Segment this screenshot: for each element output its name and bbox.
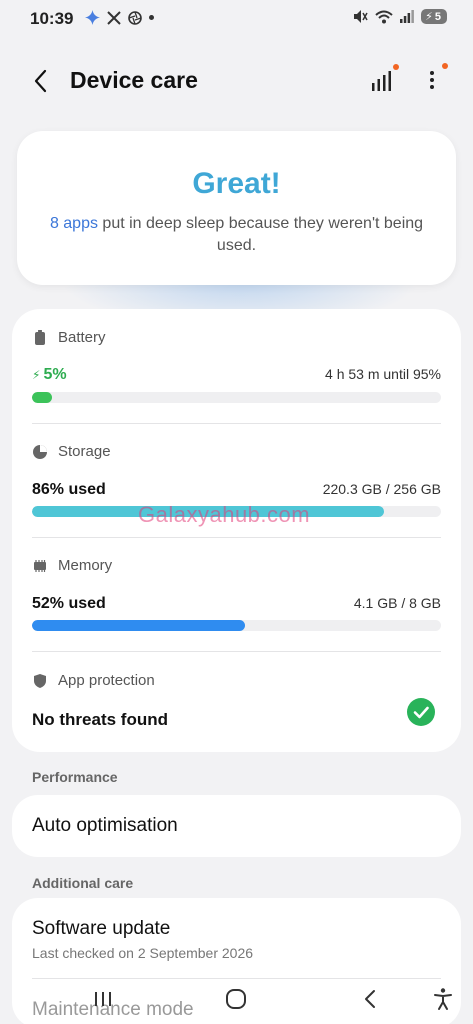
app-protection-label: App protection bbox=[58, 672, 155, 689]
diagnostics-button[interactable] bbox=[368, 64, 399, 95]
chip-icon bbox=[34, 559, 46, 572]
battery-section[interactable]: Battery ⚡ 5% 4 h 53 m until 95% bbox=[32, 329, 441, 405]
check-circle-icon bbox=[407, 698, 435, 726]
divider bbox=[32, 537, 441, 538]
badge-dot bbox=[393, 64, 399, 70]
battery-progress-fill bbox=[32, 392, 53, 403]
auto-optimisation-label: Auto optimisation bbox=[32, 815, 178, 836]
status-bar: 10:39 ⚡ 5 bbox=[0, 0, 473, 38]
notification-dot-icon bbox=[149, 15, 154, 20]
charging-icon: ⚡ bbox=[425, 11, 433, 23]
mute-icon bbox=[354, 10, 368, 23]
home-button[interactable] bbox=[221, 986, 251, 1012]
wifi-icon bbox=[375, 10, 393, 23]
performance-header: Performance bbox=[32, 769, 118, 785]
x-logo-icon bbox=[107, 10, 121, 25]
memory-value: 52% used bbox=[32, 595, 106, 612]
back-nav-icon bbox=[365, 990, 375, 1008]
status-headline: Great! bbox=[192, 167, 281, 200]
page-title: Device care bbox=[70, 67, 198, 93]
status-time: 10:39 bbox=[30, 9, 74, 28]
additional-care-header: Additional care bbox=[32, 875, 134, 891]
divider bbox=[32, 651, 441, 652]
gemini-icon bbox=[85, 10, 100, 25]
accessibility-button[interactable] bbox=[428, 986, 458, 1012]
home-icon bbox=[226, 989, 246, 1009]
memory-detail: 4.1 GB / 8 GB bbox=[353, 595, 441, 611]
divider bbox=[32, 423, 441, 424]
software-update-label: Software update bbox=[32, 918, 171, 939]
navigation-bar bbox=[0, 972, 473, 1024]
status-message-text: put in deep sleep because they weren't b… bbox=[97, 215, 424, 254]
badge-dot bbox=[442, 63, 448, 69]
memory-label: Memory bbox=[58, 557, 113, 574]
storage-value: 86% used bbox=[32, 481, 106, 498]
device-stats-card: Battery ⚡ 5% 4 h 53 m until 95% Storage … bbox=[12, 309, 461, 752]
recents-button[interactable] bbox=[88, 986, 118, 1012]
memory-progress-fill bbox=[32, 620, 245, 631]
status-message: 8 apps put in deep sleep because they we… bbox=[41, 213, 432, 257]
pie-chart-icon bbox=[33, 444, 47, 459]
deep-sleep-apps-link[interactable]: 8 apps bbox=[50, 215, 98, 232]
more-options-button[interactable] bbox=[420, 63, 448, 95]
battery-time-remaining: 4 h 53 m until 95% bbox=[325, 366, 441, 382]
watermark: Galaxyahub.com bbox=[138, 502, 311, 527]
app-protection-section[interactable]: App protection No threats found bbox=[32, 672, 441, 736]
battery-label: Battery bbox=[58, 329, 106, 346]
app-protection-status: No threats found bbox=[32, 710, 168, 729]
cell-signal-icon bbox=[400, 10, 415, 23]
battery-progress-bar bbox=[32, 392, 441, 403]
battery-indicator: ⚡ 5 bbox=[421, 9, 447, 24]
arrow-left-icon bbox=[34, 69, 47, 93]
charging-icon: ⚡ bbox=[32, 368, 41, 382]
app-bar: Device care bbox=[0, 55, 473, 107]
software-update-item[interactable]: Software update Last checked on 2 Septem… bbox=[12, 898, 461, 976]
battery-value: ⚡ 5% bbox=[32, 366, 67, 383]
memory-progress-bar bbox=[32, 620, 441, 631]
shield-icon bbox=[34, 673, 46, 688]
memory-section[interactable]: Memory 52% used 4.1 GB / 8 GB bbox=[32, 557, 441, 633]
back-nav-button[interactable] bbox=[355, 986, 385, 1012]
auto-optimisation-card[interactable]: Auto optimisation bbox=[12, 795, 461, 857]
storage-detail: 220.3 GB / 256 GB bbox=[322, 481, 441, 497]
status-summary-card: Great! 8 apps put in deep sleep because … bbox=[17, 131, 456, 285]
recents-icon bbox=[95, 992, 111, 1006]
software-update-last-checked: Last checked on 2 September 2026 bbox=[32, 945, 254, 961]
accessibility-icon bbox=[434, 988, 452, 1010]
battery-icon bbox=[35, 329, 45, 345]
storage-label: Storage bbox=[58, 443, 111, 460]
aperture-icon bbox=[128, 10, 142, 25]
back-button[interactable] bbox=[28, 67, 56, 95]
more-vertical-icon bbox=[430, 71, 434, 89]
